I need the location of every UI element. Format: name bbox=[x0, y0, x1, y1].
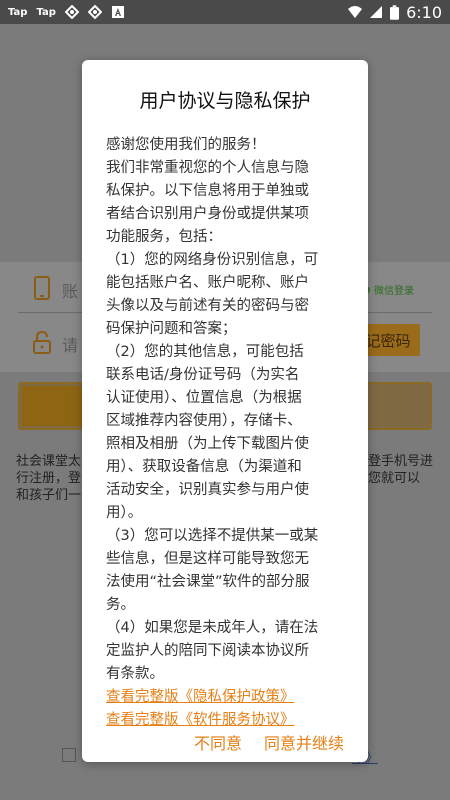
content-line: 照相及相册（为上传下载图片使 bbox=[106, 436, 309, 452]
content-line: 务。 bbox=[106, 597, 135, 613]
tap-notification-label: Tap bbox=[8, 6, 28, 18]
sync-icon bbox=[64, 5, 79, 19]
status-bar: Tap Tap 6:10 bbox=[0, 0, 450, 24]
content-line: 法使用“社会课堂”软件的部分服 bbox=[106, 574, 310, 590]
disagree-button[interactable]: 不同意 bbox=[194, 730, 242, 754]
sync-icon bbox=[87, 5, 102, 19]
tap-notification-label: Tap bbox=[36, 6, 56, 18]
account-input-placeholder: 账 bbox=[62, 282, 79, 301]
agreement-checkbox[interactable] bbox=[62, 748, 76, 762]
content-line: 码保护问题和答案； bbox=[106, 321, 237, 337]
phone-icon bbox=[34, 276, 50, 300]
intro-line: 行注册，登 bbox=[16, 471, 82, 486]
signal-icon bbox=[370, 6, 383, 18]
content-line: 用）、获取设备信息（为渠道和 bbox=[106, 459, 302, 475]
agree-continue-button[interactable]: 同意并继续 bbox=[264, 730, 344, 754]
content-line: （2）您的其他信息，可能包括 bbox=[106, 344, 304, 360]
wechat-login-label: 微信登录 bbox=[374, 286, 414, 297]
content-line: 认证使用）、位置信息（为根据 bbox=[106, 390, 302, 406]
content-line: 我们非常重视您的个人信息与隐 bbox=[106, 160, 309, 176]
intro-line: 社会课堂太 bbox=[16, 454, 82, 469]
intro-line: 您就可以 bbox=[368, 471, 421, 486]
dialog-actions: 不同意 同意并继续 bbox=[82, 722, 368, 762]
wechat-login-button[interactable]: 微信登录 bbox=[362, 282, 414, 297]
content-line: 有条款。 bbox=[106, 666, 164, 682]
password-input-placeholder: 请 bbox=[62, 336, 79, 355]
content-line: 能包括账户名、账户昵称、账户 bbox=[106, 275, 309, 291]
content-line: 者结合识别用户身份或提供某项 bbox=[106, 206, 309, 222]
content-line: 联系电话/身份证号码（为实名 bbox=[106, 367, 300, 383]
content-line: 用）。 bbox=[106, 505, 143, 521]
content-line: （1）您的网络身份识别信息，可 bbox=[106, 252, 319, 268]
clock: 6:10 bbox=[406, 2, 442, 22]
privacy-policy-link[interactable]: 查看完整版《隐私保护政策》 bbox=[106, 689, 295, 705]
battery-icon bbox=[390, 4, 400, 20]
content-line: 区域推荐内容使用），存储卡、 bbox=[106, 413, 302, 429]
content-line: 些信息，但是这样可能导致您无 bbox=[106, 551, 309, 567]
dialog-title: 用户协议与隐私保护 bbox=[139, 90, 311, 112]
wifi-icon bbox=[348, 6, 363, 18]
login-button-fill bbox=[22, 386, 88, 426]
intro-line: 和孩子们一 bbox=[16, 488, 82, 503]
content-line: 定监护人的陪同下阅读本协议所 bbox=[106, 643, 309, 659]
content-line: 感谢您使用我们的服务！ bbox=[106, 137, 266, 153]
lock-icon bbox=[33, 330, 51, 354]
content-line: 活动安全，识别真实参与用户使 bbox=[106, 482, 309, 498]
content-line: （4）如果您是未成年人，请在法 bbox=[106, 620, 319, 636]
dialog-content: 感谢您使用我们的服务！ 我们非常重视您的个人信息与隐 私保护。以下信息将用于单独… bbox=[106, 134, 352, 732]
content-line: 功能服务，包括： bbox=[106, 229, 222, 245]
intro-line: 登手机号进 bbox=[368, 454, 434, 469]
content-line: 头像以及与前述有关的密码与密 bbox=[106, 298, 309, 314]
privacy-dialog: 用户协议与隐私保护 感谢您使用我们的服务！ 我们非常重视您的个人信息与隐 私保护… bbox=[82, 60, 368, 762]
content-line: （3）您可以选择不提供某一或某 bbox=[106, 528, 319, 544]
content-line: 私保护。以下信息将用于单独或 bbox=[106, 183, 309, 199]
accessibility-icon bbox=[111, 6, 124, 18]
